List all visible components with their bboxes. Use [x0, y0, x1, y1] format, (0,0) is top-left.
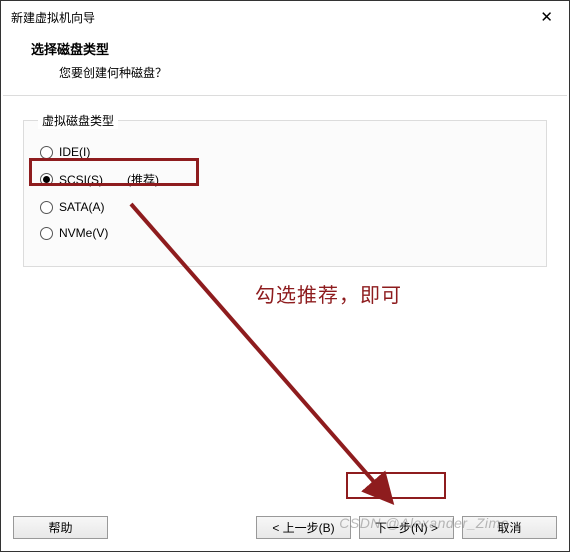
group-legend: 虚拟磁盘类型: [38, 112, 118, 129]
radio-icon: [40, 201, 53, 214]
radio-icon: [40, 173, 53, 186]
next-button[interactable]: 下一步(N) >: [359, 516, 454, 539]
disk-type-group: 虚拟磁盘类型 IDE(I) SCSI(S) (推荐) SATA(A) NVMe(…: [23, 112, 547, 267]
back-button[interactable]: < 上一步(B): [256, 516, 351, 539]
wizard-window: 新建虚拟机向导 ✕ 选择磁盘类型 您要创建何种磁盘？ 虚拟磁盘类型 IDE(I)…: [0, 0, 570, 552]
titlebar: 新建虚拟机向导 ✕: [1, 1, 569, 33]
radio-option-nvme[interactable]: NVMe(V): [38, 220, 532, 246]
page-title: 选择磁盘类型: [31, 39, 539, 58]
radio-icon: [40, 146, 53, 159]
close-icon[interactable]: ✕: [532, 8, 561, 27]
radio-option-sata[interactable]: SATA(A): [38, 194, 532, 220]
cancel-button[interactable]: 取消: [462, 516, 557, 539]
recommend-tag: (推荐): [127, 171, 159, 188]
button-label: 帮助: [48, 519, 72, 536]
wizard-header: 选择磁盘类型 您要创建何种磁盘？: [1, 33, 569, 95]
footer-bar: 帮助 < 上一步(B) 下一步(N) > 取消: [1, 503, 569, 551]
button-label: < 上一步(B): [272, 519, 334, 536]
radio-label: SATA(A): [59, 200, 105, 214]
radio-label: IDE(I): [59, 145, 90, 159]
help-button[interactable]: 帮助: [13, 516, 108, 539]
page-subtitle: 您要创建何种磁盘？: [59, 64, 539, 81]
radio-option-scsi[interactable]: SCSI(S) (推荐): [38, 165, 532, 194]
radio-label: NVMe(V): [59, 226, 108, 240]
annotation-text: 勾选推荐，即可: [255, 279, 402, 308]
radio-option-ide[interactable]: IDE(I): [38, 139, 532, 165]
radio-label: SCSI(S): [59, 173, 103, 187]
radio-icon: [40, 227, 53, 240]
window-title: 新建虚拟机向导: [11, 9, 95, 26]
button-label: 下一步(N) >: [375, 519, 438, 536]
button-label: 取消: [497, 519, 521, 536]
